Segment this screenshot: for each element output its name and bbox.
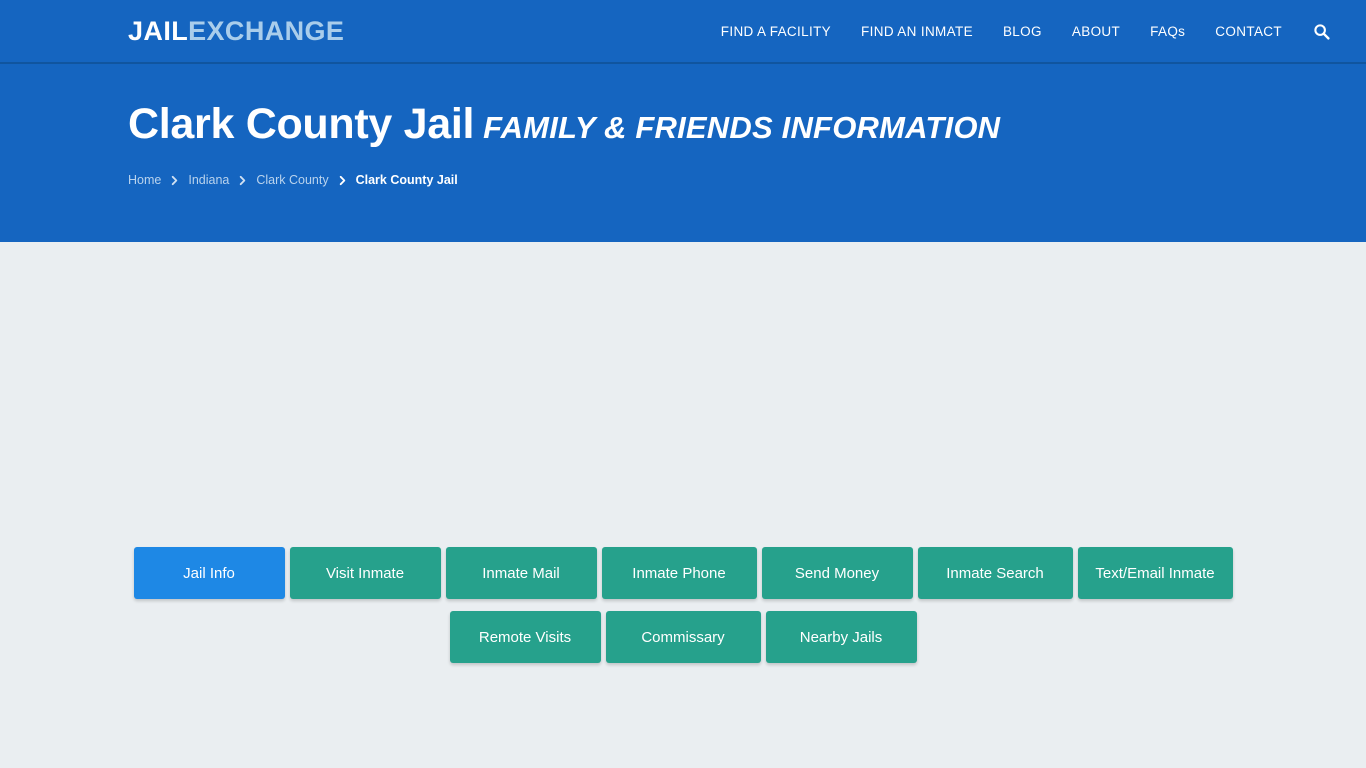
main-navigation: FIND A FACILITY FIND AN INMATE BLOG ABOU…: [706, 14, 1340, 49]
tab-text-email-inmate[interactable]: Text/Email Inmate: [1077, 547, 1233, 599]
content-placeholder-area: [0, 242, 1366, 547]
breadcrumb-item-clark-county[interactable]: Clark County: [256, 173, 328, 187]
nav-item-contact[interactable]: CONTACT: [1200, 14, 1297, 49]
chevron-right-icon: [169, 175, 180, 186]
nav-item-faqs[interactable]: FAQs: [1135, 14, 1200, 49]
search-icon[interactable]: [1297, 15, 1340, 48]
logo-text-exchange: EXCHANGE: [188, 15, 345, 46]
tab-inmate-phone[interactable]: Inmate Phone: [601, 547, 757, 599]
main-content: Jail Info Visit Inmate Inmate Mail Inmat…: [0, 242, 1366, 768]
breadcrumb-item-indiana[interactable]: Indiana: [188, 173, 229, 187]
facility-tab-row-2: Remote Visits Commissary Nearby Jails: [128, 611, 1238, 663]
tab-visit-inmate[interactable]: Visit Inmate: [289, 547, 441, 599]
breadcrumb-item-current: Clark County Jail: [355, 173, 458, 188]
tab-send-money[interactable]: Send Money: [761, 547, 913, 599]
page-title-subtitle: FAMILY & FRIENDS INFORMATION: [483, 110, 1001, 145]
tab-inmate-mail[interactable]: Inmate Mail: [445, 547, 597, 599]
tab-remote-visits[interactable]: Remote Visits: [449, 611, 601, 663]
nav-item-find-a-facility[interactable]: FIND A FACILITY: [706, 14, 846, 49]
nav-item-about[interactable]: ABOUT: [1057, 14, 1135, 49]
logo-text-jail: JAIL: [128, 15, 189, 46]
tab-commissary[interactable]: Commissary: [605, 611, 761, 663]
chevron-right-icon: [337, 175, 348, 186]
tab-nearby-jails[interactable]: Nearby Jails: [765, 611, 917, 663]
breadcrumb: Home Indiana Clark County Clark County J…: [128, 173, 1238, 187]
tab-inmate-search[interactable]: Inmate Search: [917, 547, 1073, 599]
tab-jail-info[interactable]: Jail Info: [133, 547, 285, 599]
site-header: JAILEXCHANGE FIND A FACILITY FIND AN INM…: [0, 0, 1366, 64]
nav-item-find-an-inmate[interactable]: FIND AN INMATE: [846, 14, 988, 49]
page-hero: Clark County Jail FAMILY & FRIENDS INFORM…: [0, 64, 1366, 242]
site-logo[interactable]: JAILEXCHANGE: [128, 15, 345, 46]
page-title-facility: Clark County Jail: [128, 100, 475, 148]
chevron-right-icon: [237, 175, 248, 186]
page-title: Clark County Jail FAMILY & FRIENDS INFORM…: [128, 100, 1238, 148]
breadcrumb-item-home[interactable]: Home: [128, 173, 161, 187]
facility-tab-row-1: Jail Info Visit Inmate Inmate Mail Inmat…: [128, 547, 1238, 599]
nav-item-blog[interactable]: BLOG: [988, 14, 1057, 49]
facility-tab-bar: Jail Info Visit Inmate Inmate Mail Inmat…: [0, 547, 1366, 663]
